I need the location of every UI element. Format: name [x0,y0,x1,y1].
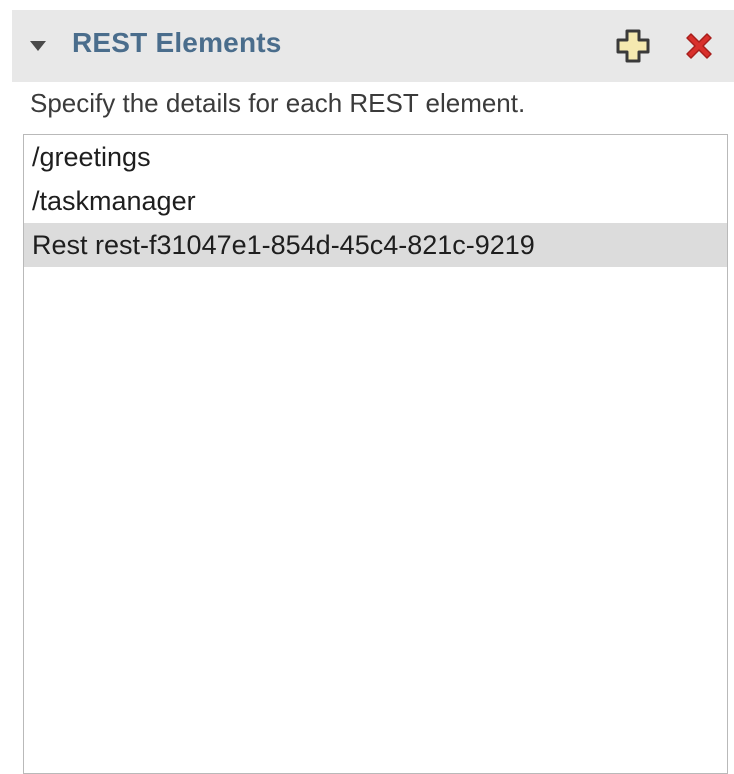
list-item-selected[interactable]: Rest rest-f31047e1-854d-45c4-821c-9219 [24,223,727,267]
list-item[interactable]: /greetings [24,135,727,179]
remove-element-button[interactable] [678,25,720,67]
plus-icon [616,29,650,63]
section-description: Specify the details for each REST elemen… [30,88,526,118]
section-title: REST Elements [72,27,282,58]
section-header[interactable]: REST Elements [12,10,734,82]
red-x-icon [686,33,712,59]
triangle-down-icon[interactable] [28,39,48,53]
add-element-button[interactable] [612,25,654,67]
rest-elements-panel: REST Elements Specify the details for ea… [0,0,734,774]
list-item[interactable]: /taskmanager [24,179,727,223]
rest-element-list[interactable]: /greetings /taskmanager Rest rest-f31047… [23,134,728,774]
